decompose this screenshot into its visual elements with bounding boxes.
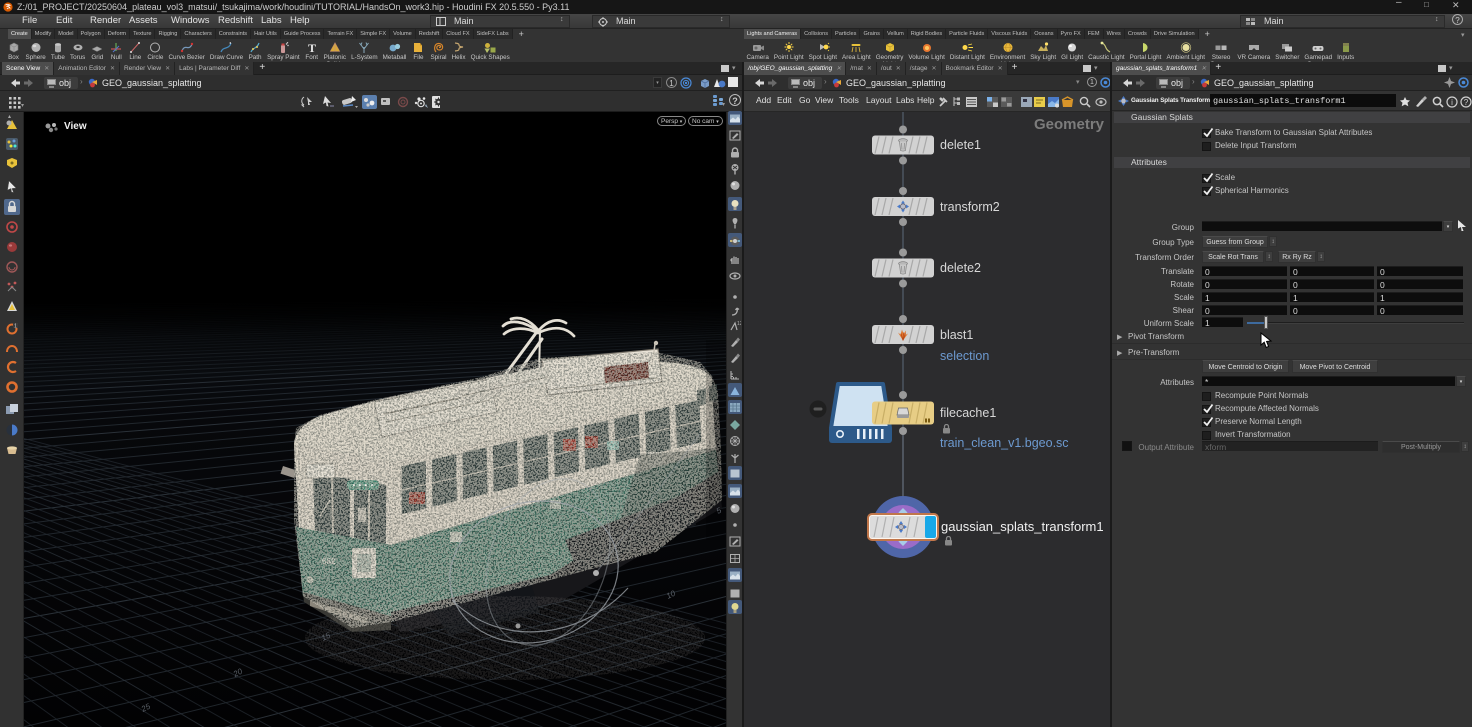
svg-text:1: 1 [14, 323, 17, 329]
svg-text:12: 12 [737, 321, 741, 327]
svg-text:i: i [1451, 98, 1453, 107]
svg-text:T: T [308, 41, 316, 54]
svg-text:?: ? [1464, 98, 1469, 107]
